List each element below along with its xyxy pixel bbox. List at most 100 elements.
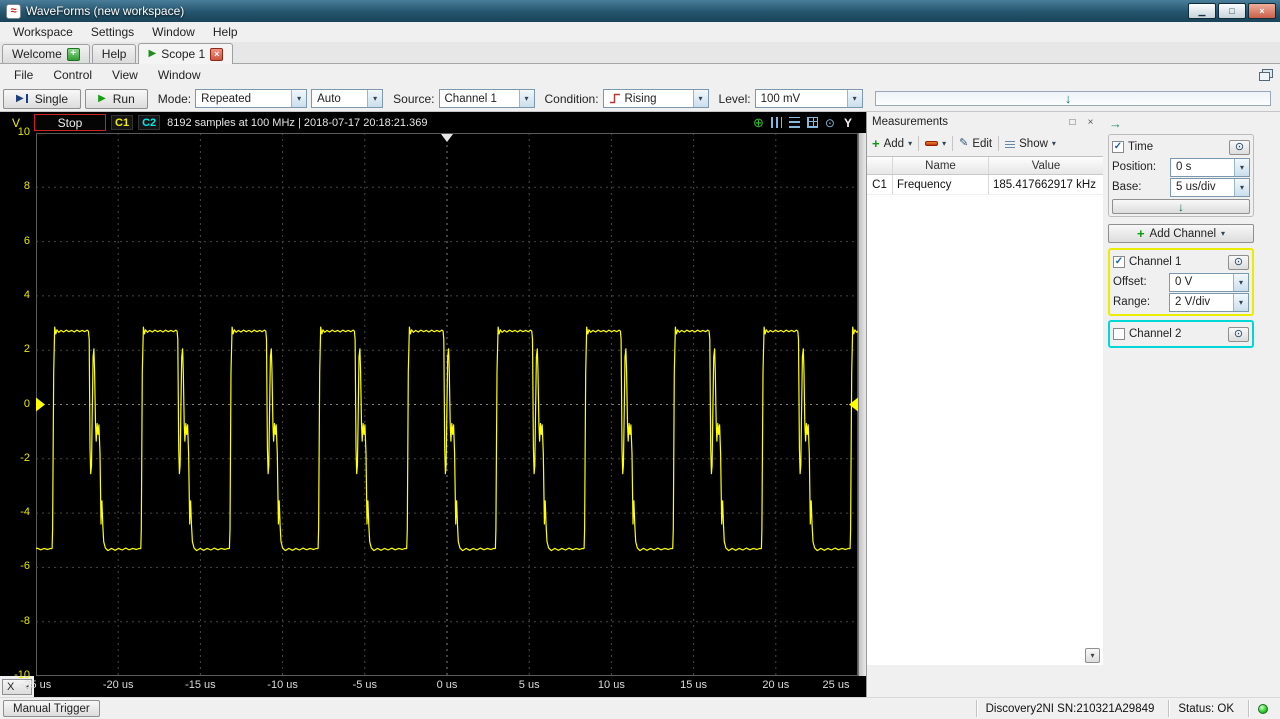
menu-file[interactable]: File (4, 66, 43, 84)
tab-scope1[interactable]: ▶ Scope 1 × (138, 43, 234, 64)
level-value: 100 mV (760, 92, 801, 105)
mode-label: Mode: (157, 91, 192, 106)
autoset-icon[interactable]: ⊕ (753, 116, 764, 129)
measurements-title: Measurements (872, 116, 949, 128)
vertical-scrollbar[interactable] (858, 133, 866, 676)
add-workspace-icon[interactable]: + (66, 47, 80, 61)
source-label: Source: (393, 91, 435, 106)
add-label: Add (883, 137, 905, 150)
x-tick-label: -10 us (267, 679, 298, 691)
menu-window2[interactable]: Window (148, 66, 211, 84)
add-icon: + (1136, 226, 1145, 241)
channel1-offset-marker-left[interactable] (36, 397, 45, 412)
trigger-mode-combo[interactable]: Auto ▾ (311, 89, 384, 108)
condition-combo[interactable]: Rising ▾ (602, 89, 709, 108)
y-axis-button[interactable]: Y (844, 116, 852, 130)
show-label: Show (1019, 137, 1048, 150)
y-tick-label: 10 (17, 126, 30, 138)
close-panel-icon[interactable]: × (1083, 115, 1098, 129)
window-title: WaveForms (new workspace) (26, 4, 185, 18)
channel1-tag[interactable]: C1 (111, 115, 134, 130)
channel1-checkbox[interactable]: ✓ (1113, 256, 1125, 268)
source-combo[interactable]: Channel 1 ▾ (438, 89, 535, 108)
channel1-settings-button[interactable]: ⊙ (1228, 254, 1249, 270)
channel1-offset-marker-right[interactable] (849, 397, 858, 412)
plot-area[interactable] (36, 133, 858, 676)
channel2-settings-button[interactable]: ⊙ (1228, 326, 1249, 342)
scope-menubar: File Control View Window (0, 64, 1280, 86)
restore-panel-icon[interactable] (1259, 69, 1273, 81)
tab-welcome[interactable]: Welcome + (2, 44, 90, 63)
chevron-down-icon: ▾ (1233, 293, 1248, 311)
grid-options-button[interactable] (806, 117, 818, 128)
menu-help[interactable]: Help (204, 23, 247, 41)
channel2-tag[interactable]: C2 (138, 115, 161, 130)
manual-trigger-button[interactable]: Manual Trigger (3, 700, 100, 717)
collapse-panel-icon[interactable]: → (1109, 116, 1122, 131)
time-settings-button[interactable]: ⊙ (1229, 139, 1250, 155)
x-cursors-button[interactable] (770, 117, 782, 128)
minimize-button[interactable]: ▁ (1188, 3, 1216, 19)
time-position-combo[interactable]: 0 s ▾ (1170, 157, 1250, 177)
list-icon (1005, 139, 1016, 148)
edit-measurement-button[interactable]: ✎ Edit (959, 138, 992, 150)
scope-panel: V Stop C1 C2 8192 samples at 100 MHz | 2… (0, 112, 866, 697)
menu-control[interactable]: Control (43, 66, 102, 84)
y-tick-label: 8 (23, 180, 30, 193)
chevron-down-icon: ▾ (942, 138, 947, 148)
level-label: Level: (718, 91, 751, 106)
menu-settings[interactable]: Settings (82, 23, 143, 41)
tabbar: Welcome + Help ▶ Scope 1 × (0, 42, 1280, 64)
channel2-checkbox[interactable] (1113, 328, 1125, 340)
tab-help-label: Help (101, 47, 127, 61)
trigger-position-marker[interactable] (441, 134, 453, 142)
remove-icon (925, 141, 939, 146)
menu-window[interactable]: Window (143, 23, 204, 41)
menu-view[interactable]: View (102, 66, 148, 84)
y-cursors-button[interactable] (788, 117, 800, 128)
time-base-combo[interactable]: 5 us/div ▾ (1170, 177, 1250, 197)
trigger-position-track[interactable]: ↓ (874, 91, 1271, 106)
measurement-row[interactable]: C1 Frequency 185.417662917 kHz (867, 175, 1103, 195)
plot-settings-icon[interactable]: ⊙ (825, 117, 835, 129)
run-button[interactable]: ▶ Run (85, 88, 148, 109)
x-tick-label: -25 us (20, 679, 52, 691)
single-button[interactable]: ▶ Single (3, 88, 82, 109)
show-menu-button[interactable]: Show ▾ (1005, 138, 1056, 150)
maximize-button[interactable]: □ (1218, 3, 1246, 19)
column-value[interactable]: Value (989, 157, 1103, 174)
channel1-offset-combo[interactable]: 0 V ▾ (1169, 272, 1249, 292)
tab-scope1-label: Scope 1 (161, 47, 206, 61)
scroll-down-button[interactable]: ▾ (1085, 648, 1100, 663)
time-checkbox[interactable]: ✓ (1112, 141, 1124, 153)
waveform-svg[interactable] (36, 133, 858, 676)
chevron-down-icon: ▾ (1090, 651, 1095, 660)
channel1-range-combo[interactable]: 2 V/div ▾ (1169, 292, 1249, 312)
rising-edge-icon (609, 93, 621, 104)
menubar: Workspace Settings Window Help (0, 22, 1280, 42)
remove-measurement-button[interactable]: ▾ (925, 138, 947, 148)
add-channel-button[interactable]: + Add Channel ▾ (1108, 224, 1254, 243)
mode-combo[interactable]: Repeated ▾ (195, 89, 308, 108)
settings-icon: ⊙ (1233, 327, 1244, 340)
stop-button[interactable]: Stop (34, 114, 106, 131)
trigger-mode-value: Auto (317, 92, 341, 105)
float-panel-icon[interactable]: □ (1065, 115, 1080, 129)
close-button[interactable]: × (1248, 3, 1276, 19)
menu-workspace[interactable]: Workspace (4, 23, 82, 41)
chevron-down-icon: ▾ (846, 90, 862, 107)
time-expand-button[interactable]: ↓ (1112, 199, 1250, 214)
level-combo[interactable]: 100 mV ▾ (754, 89, 863, 108)
source-value: Channel 1 (444, 92, 497, 105)
x-cursors-icon (770, 117, 782, 128)
settings-icon: ⊙ (1234, 140, 1245, 153)
tab-help[interactable]: Help (91, 44, 137, 63)
range-label: Range: (1113, 296, 1151, 308)
x-tick-label: 15 us (680, 679, 708, 691)
time-label: Time (1128, 141, 1154, 153)
column-name[interactable]: Name (893, 157, 989, 174)
close-tab-icon[interactable]: × (210, 47, 224, 61)
titlebar[interactable]: ≈ WaveForms (new workspace) ▁ □ × (0, 0, 1280, 22)
add-measurement-button[interactable]: + Add ▾ (872, 137, 912, 150)
position-value: 0 s (1176, 161, 1192, 173)
